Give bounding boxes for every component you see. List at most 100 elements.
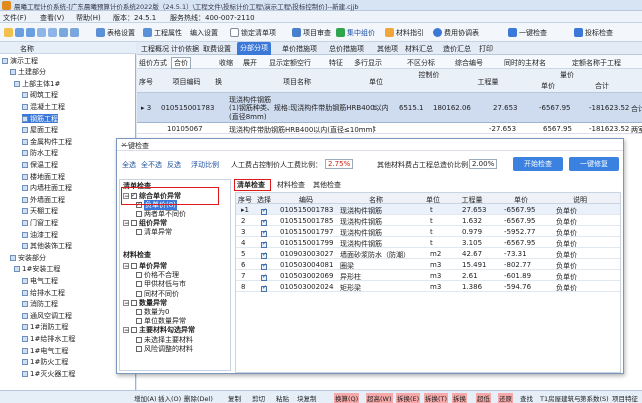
result-row[interactable]: 3010515001797现浇构件钢筋t0.979-5952.77负单价 bbox=[236, 226, 620, 237]
print-icon[interactable] bbox=[59, 28, 68, 37]
bottom-action[interactable]: 删除(Del) bbox=[184, 393, 213, 403]
tree-item[interactable]: 混凝土工程 bbox=[22, 102, 65, 111]
bottom-action[interactable]: 超高(W) bbox=[366, 393, 393, 403]
checkbox-icon[interactable] bbox=[136, 272, 142, 279]
start-check-button[interactable]: 开始检查 bbox=[513, 157, 563, 171]
table-row[interactable]: ▸ 3 010515001783 现浇构件钢筋 (1)钢筋种类、规格:现浇构件带肋钢筋… bbox=[137, 93, 642, 123]
project-review-button[interactable]: 项目审查 bbox=[292, 26, 331, 39]
bottom-action[interactable]: 超低 bbox=[476, 393, 491, 403]
bid-check-button[interactable]: 投标检查 bbox=[574, 26, 613, 39]
one-click-fix-button[interactable]: 一键修复 bbox=[569, 157, 619, 171]
tree-item[interactable]: 门窗工程 bbox=[22, 218, 58, 227]
float-ratio-link[interactable]: 浮动比例 bbox=[191, 160, 219, 170]
collapse-icon[interactable]: − bbox=[123, 299, 129, 306]
tree-item[interactable]: 给排水工程 bbox=[22, 288, 65, 297]
tab-other-check[interactable]: 其他检查 bbox=[313, 180, 341, 190]
select-all-link[interactable]: 全选 bbox=[122, 160, 136, 170]
tree-item[interactable]: 1#安装工程 bbox=[14, 265, 60, 274]
fee-coordinate-button[interactable]: 费用协调表 bbox=[433, 26, 479, 39]
tree-item[interactable]: 保温工程 bbox=[22, 160, 58, 169]
composite-code-toggle[interactable]: 综合编号 bbox=[455, 58, 483, 68]
bottom-action[interactable]: T1房屋建筑与 bbox=[540, 393, 581, 403]
tree-item[interactable]: 砌筑工程 bbox=[22, 91, 58, 100]
main-tab[interactable]: 取费设置 bbox=[203, 44, 231, 54]
feature-toggle[interactable]: 特征 bbox=[329, 58, 343, 68]
invert-link[interactable]: 反选 bbox=[167, 160, 181, 170]
tree-item[interactable]: 演示工程 bbox=[2, 56, 38, 65]
bottom-action[interactable]: 拆换(E) bbox=[396, 393, 421, 403]
material-guide-button[interactable]: 材料指引 bbox=[385, 26, 424, 39]
main-tab[interactable]: 打印 bbox=[479, 44, 493, 54]
checkbox-icon[interactable] bbox=[261, 284, 267, 292]
close-icon[interactable]: × bbox=[121, 141, 620, 149]
tree-item[interactable]: 天棚工程 bbox=[22, 207, 58, 216]
select-none-link[interactable]: 全不选 bbox=[141, 160, 162, 170]
menu-view[interactable]: 查看(V) bbox=[40, 13, 64, 23]
collapse-icon[interactable]: − bbox=[123, 327, 129, 334]
bottom-action[interactable]: 粘贴 bbox=[276, 393, 289, 403]
bottom-action[interactable]: 拆换(T) bbox=[424, 393, 449, 403]
tree-item[interactable]: 内墙柱面工程 bbox=[22, 184, 72, 193]
bottom-action[interactable]: 增加(A) bbox=[134, 393, 157, 403]
checkbox-icon[interactable] bbox=[136, 345, 142, 352]
calc-icon[interactable] bbox=[70, 28, 79, 37]
result-row[interactable]: 6010503004081圈梁m315.491-802.77负单价 bbox=[236, 259, 620, 270]
tree-item[interactable]: 安装部分 bbox=[10, 253, 46, 262]
save-icon[interactable] bbox=[26, 28, 35, 37]
tree-item[interactable]: 其他装饰工程 bbox=[22, 242, 72, 251]
tab-material-check[interactable]: 材料检查 bbox=[277, 180, 305, 190]
main-tab[interactable]: 总价措施项 bbox=[329, 44, 364, 54]
tree-item[interactable]: 金属构件工程 bbox=[22, 137, 72, 146]
checkbox-icon[interactable] bbox=[136, 229, 142, 235]
checkbox-icon[interactable] bbox=[136, 336, 142, 343]
tree-item[interactable]: 消防工程 bbox=[22, 300, 58, 309]
tree-item[interactable]: 楼地面工程 bbox=[22, 172, 65, 181]
tree-item[interactable]: 电气工程 bbox=[22, 276, 58, 285]
tree-item[interactable]: 油漆工程 bbox=[22, 230, 58, 239]
result-row[interactable]: 8 010503002024 矩形梁 m3 1.386 -594.76 负单价 bbox=[236, 281, 620, 292]
main-tab[interactable]: 造价汇总 bbox=[443, 44, 471, 54]
bottom-action[interactable]: 插入(O) bbox=[158, 393, 181, 403]
quota-name-toggle[interactable]: 定额名称于工程 bbox=[572, 58, 621, 68]
tree-item[interactable]: 1#消防工程 bbox=[22, 323, 68, 332]
result-row[interactable]: ▸1010515001783现浇构件钢筋t27.653-6567.95负单价 bbox=[236, 204, 620, 215]
new-icon[interactable] bbox=[4, 28, 13, 37]
collapse-icon[interactable]: − bbox=[123, 220, 129, 227]
open-icon[interactable] bbox=[15, 28, 24, 37]
check-option[interactable]: 风险调整的材料 bbox=[136, 344, 193, 354]
menu-help[interactable]: 帮助(H) bbox=[76, 13, 101, 23]
tree-item[interactable]: 1#给排水工程 bbox=[22, 334, 75, 343]
result-row[interactable]: 7010503002069异形柱m32.61-601.89负单价 bbox=[236, 270, 620, 281]
lock-list-button[interactable]: 锁定清单项 bbox=[230, 26, 276, 39]
labor-ratio-input[interactable]: 2.75% bbox=[325, 159, 354, 169]
table-row[interactable]: 10105067 现浇构件带肋钢筋HRB400以内(直径≤10mm) t -27.65… bbox=[137, 123, 642, 134]
checkbox-icon[interactable] bbox=[136, 281, 142, 288]
tree-item[interactable]: 1#灭火器工程 bbox=[22, 369, 75, 378]
checkbox-icon[interactable] bbox=[131, 220, 137, 226]
show-empty-rows-toggle[interactable]: 显示定额空行 bbox=[269, 58, 311, 68]
project-props-button[interactable]: 工程属性 bbox=[143, 26, 182, 39]
bottom-action[interactable]: 查找 bbox=[520, 393, 533, 403]
checkbox-icon[interactable] bbox=[131, 263, 137, 269]
tree-item[interactable]: 防水工程 bbox=[22, 149, 58, 158]
undo-icon[interactable] bbox=[37, 28, 46, 37]
checkbox-icon[interactable] bbox=[136, 211, 142, 217]
main-tab[interactable]: 计价依据 bbox=[171, 44, 199, 54]
material-ratio-input[interactable]: 2.00% bbox=[469, 159, 498, 169]
tree-item[interactable]: 钢筋工程 bbox=[22, 114, 58, 123]
check-option[interactable]: 清单异常 bbox=[136, 227, 172, 237]
bottom-action[interactable]: 剪切 bbox=[252, 393, 265, 403]
group-price-button[interactable]: 集中组价 bbox=[336, 26, 375, 39]
collapse-button[interactable]: 收缩 bbox=[219, 58, 233, 68]
group-mode-select[interactable]: 合价 bbox=[171, 57, 191, 69]
result-row[interactable]: 2010515001785现浇构件钢筋t1.632-6567.95负单价 bbox=[236, 215, 620, 226]
tree-item[interactable]: 外墙面工程 bbox=[22, 195, 65, 204]
table-settings-button[interactable]: 表格设置 bbox=[96, 26, 135, 39]
tree-item[interactable]: 1#电气工程 bbox=[22, 346, 68, 355]
tree-item[interactable]: 通风空调工程 bbox=[22, 311, 72, 320]
checkbox-icon[interactable] bbox=[136, 290, 142, 297]
result-row[interactable]: 5010903003027墙面砂浆防水（防潮）m242.67-73.31负单价 bbox=[236, 248, 620, 259]
bottom-action[interactable]: 第系数(S) bbox=[580, 393, 609, 403]
collapse-icon[interactable]: − bbox=[123, 263, 129, 270]
multiline-toggle[interactable]: 多行显示 bbox=[354, 58, 382, 68]
